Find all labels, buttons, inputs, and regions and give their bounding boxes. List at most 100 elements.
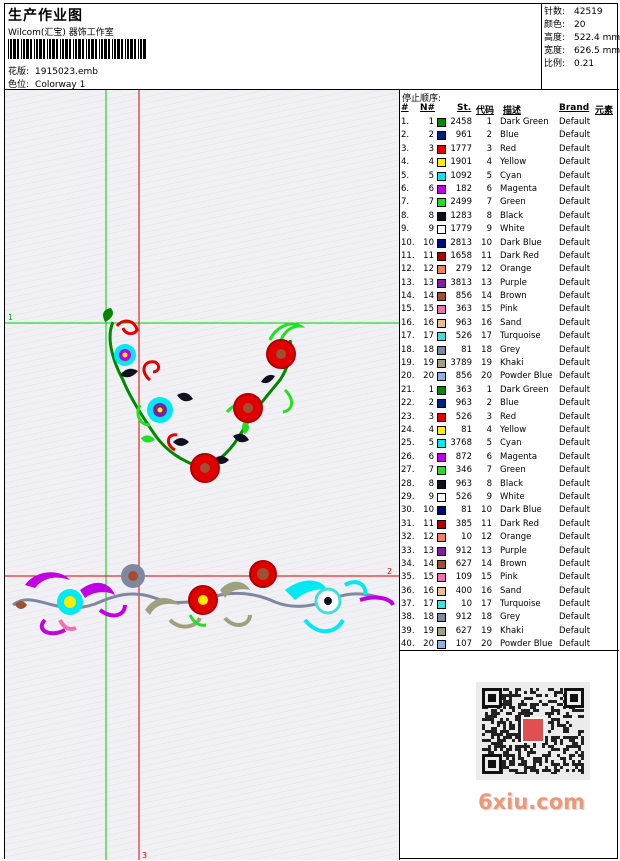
- color-sequence-panel: 停止顺序: # N# St. 代码 描述 Brand 元素 1. 1 2458 1 Da…: [400, 90, 619, 860]
- row-needle: 5: [428, 438, 434, 449]
- row-needle: 5: [428, 170, 434, 181]
- row-code: 14: [481, 291, 492, 302]
- table-row: 19. 19 3789 19 Khaki Default: [400, 357, 619, 370]
- header-code: 代码: [476, 106, 495, 116]
- header-stitches: St.: [457, 103, 472, 113]
- row-stitches: 1777: [450, 143, 472, 154]
- sheet-header: 生产作业图 Wilcom(汇宝) 器饰工作室 花版: 1915023.emb 色位…: [5, 4, 620, 90]
- row-needle: 16: [423, 585, 434, 596]
- color-swatch: [437, 265, 446, 275]
- row-code: 3: [486, 411, 492, 422]
- row-description: Black: [500, 210, 523, 221]
- row-index: 28.: [401, 478, 415, 489]
- row-brand: Default: [559, 398, 591, 409]
- table-row: 23. 3 526 3 Red Default: [400, 411, 619, 424]
- row-description: Yellow: [500, 157, 527, 168]
- row-stitches: 526: [455, 331, 472, 342]
- row-code: 15: [481, 304, 492, 315]
- row-needle: 3: [428, 143, 434, 154]
- row-code: 13: [481, 545, 492, 556]
- sheet-title: 生产作业图: [8, 8, 83, 24]
- row-index: 25.: [401, 438, 415, 449]
- row-brand: Default: [559, 639, 591, 650]
- color-swatch: [437, 238, 446, 248]
- table-row: 26. 6 872 6 Magenta Default: [400, 451, 619, 464]
- row-brand: Default: [559, 237, 591, 248]
- row-brand: Default: [559, 599, 591, 610]
- row-needle: 17: [423, 599, 434, 610]
- color-swatch: [437, 425, 446, 435]
- row-index: 6.: [401, 183, 410, 194]
- row-description: Pink: [500, 572, 518, 583]
- design-canvas: 1 2 3: [5, 90, 400, 860]
- row-stitches: 627: [455, 558, 472, 569]
- row-code: 16: [481, 585, 492, 596]
- row-needle: 18: [423, 344, 434, 355]
- row-description: Dark Blue: [500, 237, 542, 248]
- row-brand: Default: [559, 250, 591, 261]
- color-swatch: [437, 492, 446, 502]
- row-stitches: 912: [455, 612, 472, 623]
- color-swatch: [437, 158, 446, 168]
- row-needle: 7: [428, 465, 434, 476]
- row-stitches: 872: [455, 451, 472, 462]
- row-brand: Default: [559, 183, 591, 194]
- row-brand: Default: [559, 277, 591, 288]
- row-needle: 4: [428, 424, 434, 435]
- table-row: 1. 1 2458 1 Dark Green Default: [400, 116, 619, 129]
- row-description: Yellow: [500, 424, 527, 435]
- row-index: 7.: [401, 197, 410, 208]
- row-needle: 3: [428, 411, 434, 422]
- row-stitches: 279: [455, 264, 472, 275]
- row-description: Green: [500, 465, 526, 476]
- qr-code-image: [482, 688, 584, 774]
- row-description: Powder Blue: [500, 639, 553, 650]
- row-needle: 10: [423, 237, 434, 248]
- row-stitches: 912: [455, 545, 472, 556]
- row-brand: Default: [559, 170, 591, 181]
- color-swatch: [437, 332, 446, 342]
- row-description: Magenta: [500, 183, 538, 194]
- row-stitches: 81: [461, 344, 472, 355]
- row-needle: 8: [428, 210, 434, 221]
- table-row: 33. 13 912 13 Purple Default: [400, 545, 619, 558]
- row-brand: Default: [559, 197, 591, 208]
- row-description: Sand: [500, 317, 522, 328]
- color-swatch: [437, 278, 446, 288]
- row-description: Blue: [500, 398, 519, 409]
- row-index: 13.: [401, 277, 415, 288]
- row-index: 9.: [401, 224, 410, 235]
- color-swatch: [437, 372, 446, 382]
- row-needle: 2: [428, 398, 434, 409]
- table-row: 39. 19 627 19 Khaki Default: [400, 625, 619, 638]
- design-value: 1915023.emb: [35, 67, 99, 77]
- design-file-row: 花版: 1915023.emb: [8, 64, 98, 77]
- row-stitches: 385: [455, 518, 472, 529]
- row-brand: Default: [559, 291, 591, 302]
- color-swatch: [437, 479, 446, 489]
- row-code: 5: [486, 438, 492, 449]
- row-index: 39.: [401, 625, 415, 636]
- color-swatch: [437, 305, 446, 315]
- row-index: 35.: [401, 572, 415, 583]
- row-index: 20.: [401, 371, 415, 382]
- table-row: 6. 6 182 6 Magenta Default: [400, 183, 619, 196]
- row-code: 6: [486, 451, 492, 462]
- color-swatch: [437, 251, 446, 261]
- row-description: Black: [500, 478, 523, 489]
- row-code: 8: [486, 478, 492, 489]
- row-stitches: 961: [455, 130, 472, 141]
- row-code: 20: [481, 371, 492, 382]
- row-stitches: 3768: [450, 438, 472, 449]
- row-code: 4: [486, 424, 492, 435]
- row-stitches: 963: [455, 317, 472, 328]
- table-row: 2. 2 961 2 Blue Default: [400, 129, 619, 142]
- row-description: Blue: [500, 130, 519, 141]
- color-swatch: [437, 640, 446, 650]
- table-row: 14. 14 856 14 Brown Default: [400, 290, 619, 303]
- row-code: 4: [486, 157, 492, 168]
- color-swatch: [437, 533, 446, 543]
- row-brand: Default: [559, 304, 591, 315]
- row-code: 20: [481, 639, 492, 650]
- color-swatch: [437, 359, 446, 369]
